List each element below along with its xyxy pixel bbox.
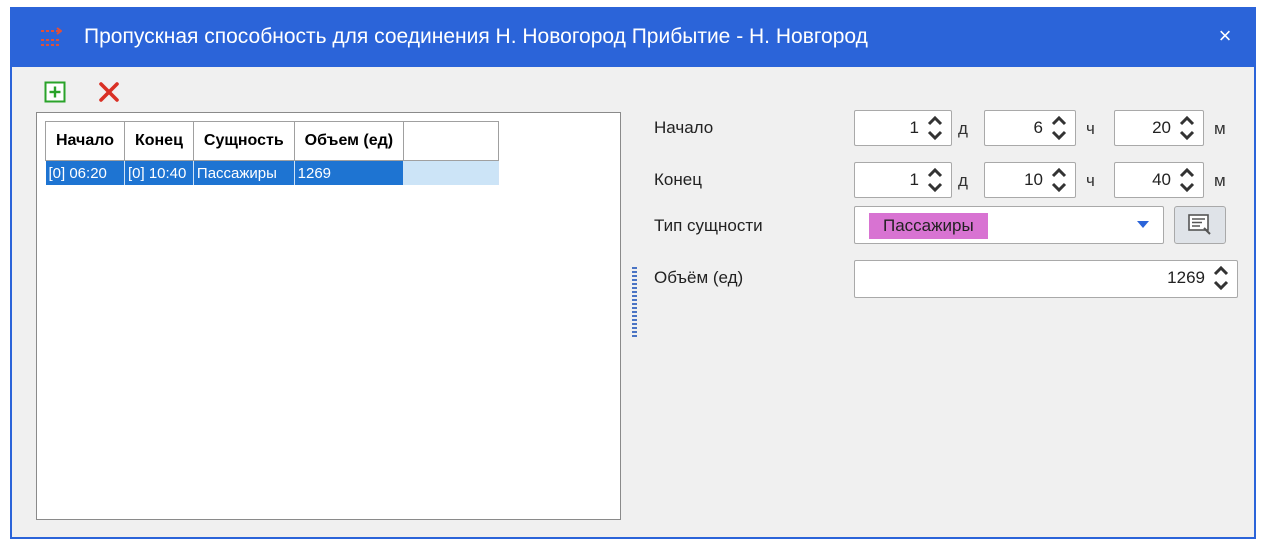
column-header-end[interactable]: Конец [123,121,194,161]
start-minutes-value: 20 [1152,118,1171,137]
volume-spinner[interactable]: 1269 [854,260,1238,298]
spinner-arrows-icon[interactable] [1177,115,1197,141]
column-header-filler [403,121,500,161]
entity-type-label: Тип сущности [654,216,763,235]
spinner-arrows-icon[interactable] [925,167,945,193]
column-header-start[interactable]: Начало [45,121,125,161]
start-days-value: 1 [909,118,919,137]
end-minutes-value: 40 [1152,170,1171,189]
end-label: Конец [654,170,702,189]
entity-type-chip: Пассажиры [869,213,988,239]
volume-label: Объём (ед) [654,268,744,287]
cell-start[interactable]: [0] 06:20 [45,160,125,185]
spinner-arrows-icon[interactable] [1211,265,1231,291]
volume-value: 1269 [1167,268,1205,287]
cell-volume[interactable]: 1269 [294,160,405,185]
cell-end[interactable]: [0] 10:40 [124,160,194,185]
end-minutes-unit: м [1214,171,1226,190]
start-hours-unit: ч [1086,119,1095,138]
entity-type-combobox[interactable]: Пассажиры [854,206,1164,244]
entity-picker-button[interactable] [1174,206,1226,244]
start-hours-value: 6 [1033,118,1043,137]
end-days-value: 1 [909,170,919,189]
add-icon[interactable] [43,80,67,104]
spinner-arrows-icon[interactable] [925,115,945,141]
start-label: Начало [654,118,714,137]
connection-icon [41,27,62,46]
start-days-unit: д [958,119,968,138]
start-minutes-unit: м [1214,119,1226,138]
end-hours-spinner[interactable]: 10 [984,162,1076,198]
table-row[interactable]: [0] 06:20 [0] 10:40 Пассажиры 1269 [45,160,500,185]
panel-splitter[interactable] [632,265,637,337]
end-days-spinner[interactable]: 1 [854,162,952,198]
table-header-row: Начало Конец Сущность Объем (ед) [45,121,500,161]
dropdown-caret-icon[interactable] [1137,221,1149,229]
start-minutes-spinner[interactable]: 20 [1114,110,1204,146]
delete-icon[interactable] [97,80,121,104]
start-days-spinner[interactable]: 1 [854,110,952,146]
end-days-unit: д [958,171,968,190]
window-title: Пропускная способность для соединения Н.… [84,25,868,48]
spinner-arrows-icon[interactable] [1177,167,1197,193]
column-header-entity[interactable]: Сущность [192,121,295,161]
end-minutes-spinner[interactable]: 40 [1114,162,1204,198]
close-button[interactable]: × [1212,23,1238,49]
list-picker-icon [1188,214,1211,235]
cell-entity[interactable]: Пассажиры [193,160,295,185]
spinner-arrows-icon[interactable] [1049,115,1069,141]
end-hours-unit: ч [1086,171,1095,190]
end-hours-value: 10 [1024,170,1043,189]
cell-filler[interactable] [403,160,500,185]
column-header-volume[interactable]: Объем (ед) [293,121,405,161]
dialog-window: Пропускная способность для соединения Н.… [10,7,1256,539]
start-hours-spinner[interactable]: 6 [984,110,1076,146]
capacity-table[interactable]: Начало Конец Сущность Объем (ед) [0] 06:… [36,112,621,520]
title-bar[interactable]: Пропускная способность для соединения Н.… [12,7,1254,67]
spinner-arrows-icon[interactable] [1049,167,1069,193]
